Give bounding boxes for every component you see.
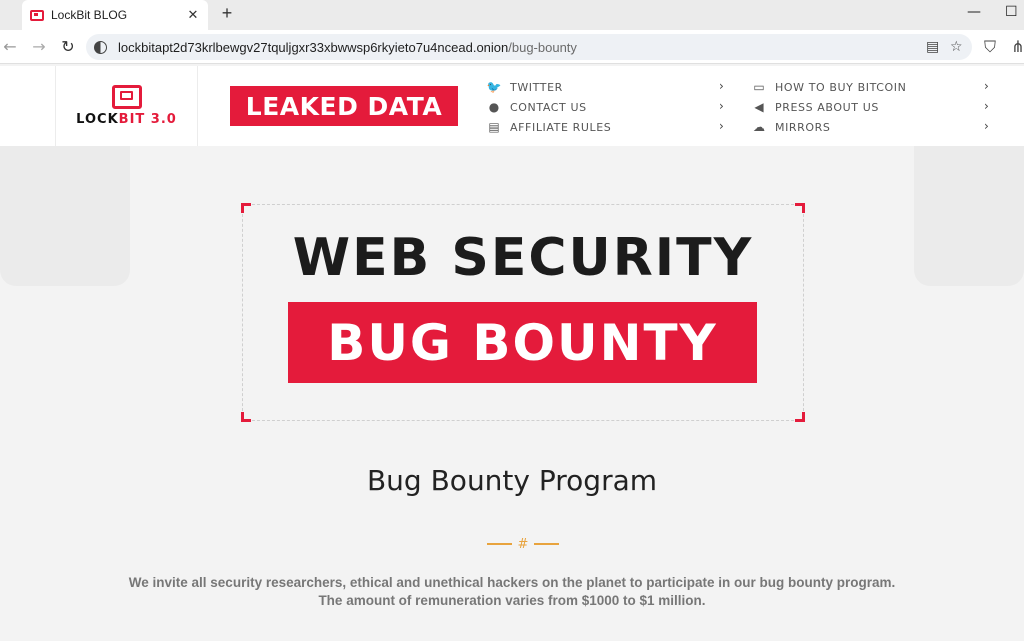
leaked-data-button[interactable]: LEAKED DATA (230, 86, 458, 126)
menu-item-mirrors[interactable]: ☁ MIRRORS (751, 118, 831, 136)
menu-item-how-to-buy-bitcoin[interactable]: ▭ HOW TO BUY BITCOIN (751, 78, 906, 96)
logo-text: LOCKBIT 3.0 (76, 112, 177, 127)
divider-line (534, 543, 559, 545)
divider-hash: # (517, 536, 529, 552)
section-title: Bug Bounty Program (366, 464, 658, 497)
menu-label: AFFILIATE RULES (510, 120, 612, 134)
address-bar[interactable]: lockbitapt2d73krlbewgv27tquljgxr33xbwwsp… (86, 34, 972, 60)
hero-title-bug-bounty: BUG BOUNTY (327, 313, 718, 372)
site-info-icon[interactable] (94, 40, 107, 54)
hero-title-web-security: WEB SECURITY (292, 228, 754, 288)
close-tab-icon[interactable]: ✕ (186, 8, 200, 23)
chevron-right-icon: › (719, 119, 724, 133)
frame-corner (241, 203, 251, 213)
chevron-right-icon: › (984, 79, 989, 93)
browser-tabbar: LockBit BLOG ✕ + — ☐ (0, 0, 1024, 30)
chevron-right-icon: › (719, 79, 724, 93)
divider-line (487, 543, 512, 545)
chat-icon: ● (488, 100, 500, 114)
frame-corner (795, 203, 805, 213)
menu-item-press-about-us[interactable]: ◀ PRESS ABOUT US (751, 98, 879, 116)
megaphone-icon: ◀ (754, 100, 764, 114)
menu-label: PRESS ABOUT US (775, 100, 879, 114)
url-path: /bug-bounty (508, 39, 577, 55)
site-header: LOCKBIT 3.0 LEAKED DATA 🐦 TWITTER ● CONT… (0, 66, 1024, 146)
logo-text-bit: BIT 3.0 (118, 112, 177, 127)
twitter-icon: 🐦 (486, 80, 502, 94)
menu-label: MIRRORS (775, 120, 831, 134)
bookmark-star-icon[interactable]: ☆ (950, 39, 963, 55)
lockbit-favicon-icon (30, 9, 44, 21)
menu-item-contact-us[interactable]: ● CONTACT US (486, 98, 587, 116)
browser-navbar: ← → ↻ lockbitapt2d73krlbewgv27tquljgxr33… (0, 30, 1024, 64)
hero-band: BUG BOUNTY (288, 302, 757, 383)
forward-arrow-icon[interactable]: → (29, 37, 49, 56)
site-logo[interactable]: LOCKBIT 3.0 (55, 66, 198, 146)
menu-item-affiliate-rules[interactable]: ▤ AFFILIATE RULES (486, 118, 611, 136)
wallet-icon: ▭ (753, 80, 765, 94)
chevron-right-icon: › (984, 99, 989, 113)
chevron-right-icon: › (719, 99, 724, 113)
menu-label: CONTACT US (510, 100, 587, 114)
extensions-icon[interactable]: ⋔ (1008, 37, 1024, 56)
frame-corner (795, 412, 805, 422)
lockbit-logo-icon (111, 85, 142, 109)
section-divider: # (487, 536, 559, 552)
new-tab-button[interactable]: + (216, 3, 238, 24)
frame-corner (241, 412, 251, 422)
minimize-icon[interactable]: — (967, 4, 981, 20)
chevron-right-icon: › (984, 119, 989, 133)
reload-icon[interactable]: ↻ (58, 37, 78, 56)
shield-icon[interactable]: ⛉ (980, 37, 1000, 57)
logo-text-lock: LOCK (76, 112, 119, 127)
description-line-2: The amount of remuneration varies from $… (318, 593, 706, 608)
background-shape-right (914, 146, 1024, 286)
tab-title: LockBit BLOG (51, 8, 128, 22)
back-arrow-icon[interactable]: ← (0, 37, 20, 56)
url-host: lockbitapt2d73krlbewgv27tquljgxr33xbwwsp… (118, 39, 509, 55)
description-line-1: We invite all security researchers, ethi… (128, 575, 896, 590)
browser-tab[interactable]: LockBit BLOG ✕ (22, 0, 208, 30)
reader-mode-icon[interactable]: ▤ (926, 39, 939, 55)
document-icon: ▤ (488, 120, 500, 134)
menu-label: TWITTER (510, 80, 563, 94)
cloud-icon: ☁ (753, 120, 765, 134)
menu-label: HOW TO BUY BITCOIN (775, 80, 907, 94)
background-shape-left (0, 146, 130, 286)
menu-item-twitter[interactable]: 🐦 TWITTER (486, 78, 563, 96)
maximize-icon[interactable]: ☐ (1005, 4, 1018, 20)
